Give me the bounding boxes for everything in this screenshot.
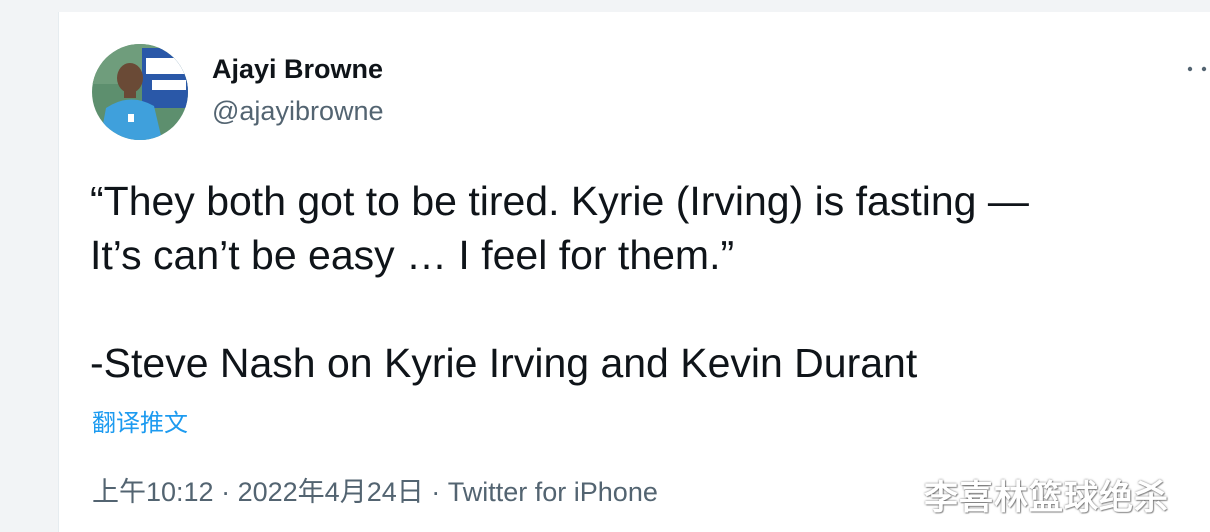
tweet-meta: 上午10:12 · 2022年4月24日 · Twitter for iPhon… [92,470,658,509]
tweet-text: “They both got to be tired. Kyrie (Irvin… [90,174,1180,390]
avatar-photo-icon [92,44,188,140]
tweet-text-line: It’s can’t be easy … I feel for them.” [90,232,735,278]
author-handle[interactable]: @ajayibrowne [212,96,384,127]
tweet-text-line: -Steve Nash on Kyrie Irving and Kevin Du… [90,340,918,386]
tweet-text-line: “They both got to be tired. Kyrie (Irvin… [90,178,1029,224]
author-avatar[interactable] [92,44,188,140]
tweet-date[interactable]: 2022年4月24日 [238,477,424,507]
meta-separator: · [431,477,441,507]
tweet-time[interactable]: 上午10:12 [92,477,214,507]
meta-separator: · [221,477,231,507]
tweet-source[interactable]: Twitter for iPhone [448,477,658,507]
watermark-text: 李喜林篮球绝杀 [924,479,1169,517]
translate-tweet-link[interactable]: 翻译推文 [92,403,188,438]
author-display-name[interactable]: Ajayi Browne [212,54,383,85]
more-options-icon[interactable] [1186,62,1208,76]
